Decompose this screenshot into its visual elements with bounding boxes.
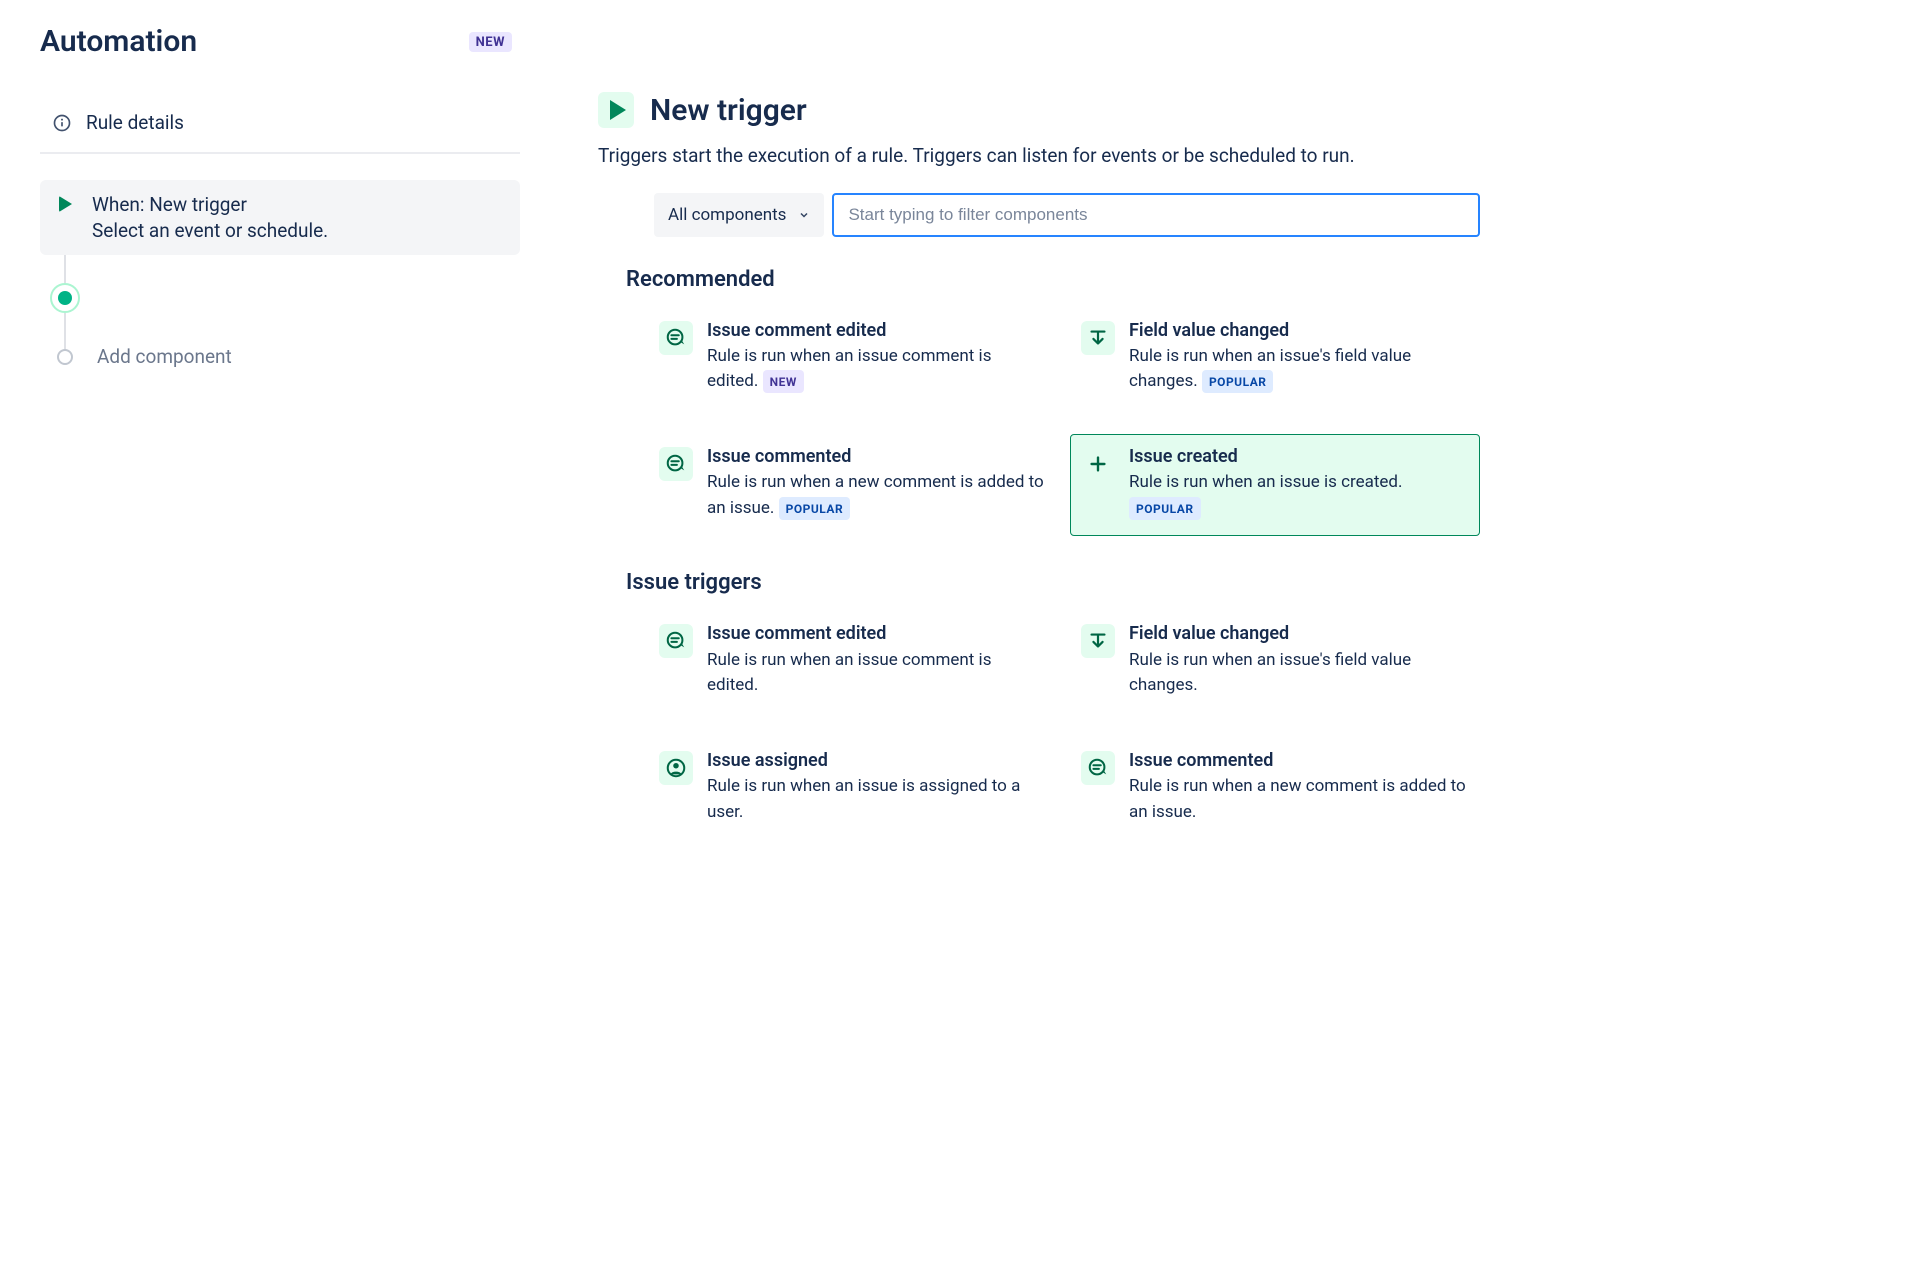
timeline-current-node — [40, 265, 520, 317]
trigger-card[interactable]: Issue comment editedRule is run when an … — [648, 308, 1058, 410]
play-icon — [59, 196, 72, 212]
new-badge: NEW — [469, 32, 512, 52]
comment-icon — [659, 447, 693, 481]
section-heading: Issue triggers — [626, 570, 1480, 595]
trigger-card-description: Rule is run when an issue comment is edi… — [707, 648, 1045, 699]
step-new-trigger[interactable]: When: New trigger Select an event or sch… — [40, 180, 520, 255]
trigger-card-title: Issue commented — [1129, 749, 1467, 772]
comment-icon — [659, 321, 693, 355]
popular-badge: POPULAR — [779, 497, 851, 520]
trigger-card-title: Issue created — [1129, 445, 1467, 468]
section-heading: Recommended — [626, 267, 1480, 292]
trigger-card-description: Rule is run when an issue's field value … — [1129, 648, 1467, 699]
trigger-panel: New trigger Triggers start the execution… — [520, 24, 1480, 874]
field-icon — [1081, 321, 1115, 355]
trigger-card-title: Issue assigned — [707, 749, 1045, 772]
popular-badge: POPULAR — [1202, 370, 1274, 393]
chevron-down-icon — [798, 209, 810, 221]
trigger-card-description: Rule is run when an issue's field value … — [1129, 344, 1467, 395]
trigger-card-description: Rule is run when an issue is created. PO… — [1129, 470, 1467, 521]
popular-badge: POPULAR — [1129, 497, 1201, 520]
component-search-input[interactable] — [832, 193, 1480, 237]
page-title: Automation — [40, 24, 197, 59]
play-box-icon — [598, 92, 634, 128]
trigger-card[interactable]: Issue createdRule is run when an issue i… — [1070, 434, 1480, 536]
trigger-card[interactable]: Issue commentedRule is run when a new co… — [1070, 738, 1480, 840]
panel-title: New trigger — [650, 93, 807, 128]
trigger-card-description: Rule is run when a new comment is added … — [707, 470, 1045, 521]
trigger-card-title: Issue comment edited — [707, 319, 1045, 342]
rule-sidebar: Automation NEW Rule details When: New tr… — [40, 24, 520, 874]
trigger-card-description: Rule is run when a new comment is added … — [1129, 774, 1467, 825]
info-icon — [52, 113, 72, 133]
trigger-card[interactable]: Field value changedRule is run when an i… — [1070, 308, 1480, 410]
component-filter-dropdown[interactable]: All components — [654, 193, 824, 237]
person-icon — [659, 751, 693, 785]
panel-description: Triggers start the execution of a rule. … — [598, 142, 1480, 171]
trigger-card-title: Field value changed — [1129, 622, 1467, 645]
plus-icon — [1081, 447, 1115, 481]
trigger-card-title: Issue commented — [707, 445, 1045, 468]
step-title: When: New trigger — [92, 192, 328, 218]
trigger-card-grid: Issue comment editedRule is run when an … — [648, 308, 1480, 537]
trigger-card-grid: Issue comment edited Rule is run when an … — [648, 611, 1480, 840]
trigger-card-description: Rule is run when an issue is assigned to… — [707, 774, 1045, 825]
field-icon — [1081, 624, 1115, 658]
rule-details-button[interactable]: Rule details — [40, 97, 520, 154]
trigger-card-title: Field value changed — [1129, 319, 1467, 342]
trigger-card-description: Rule is run when an issue comment is edi… — [707, 344, 1045, 395]
new-badge: NEW — [763, 370, 804, 393]
comment-icon — [1081, 751, 1115, 785]
dropdown-label: All components — [668, 205, 786, 225]
rule-details-label: Rule details — [86, 111, 184, 134]
empty-node-icon — [57, 349, 73, 365]
trigger-card[interactable]: Issue comment edited Rule is run when an … — [648, 611, 1058, 713]
comment-icon — [659, 624, 693, 658]
trigger-card[interactable]: Issue commentedRule is run when a new co… — [648, 434, 1058, 536]
add-component-button[interactable]: Add component — [40, 317, 520, 372]
trigger-card[interactable]: Field value changed Rule is run when an i… — [1070, 611, 1480, 713]
trigger-card[interactable]: Issue assignedRule is run when an issue … — [648, 738, 1058, 840]
trigger-card-title: Issue comment edited — [707, 622, 1045, 645]
add-component-label: Add component — [97, 345, 232, 368]
step-subtitle: Select an event or schedule. — [92, 218, 328, 244]
